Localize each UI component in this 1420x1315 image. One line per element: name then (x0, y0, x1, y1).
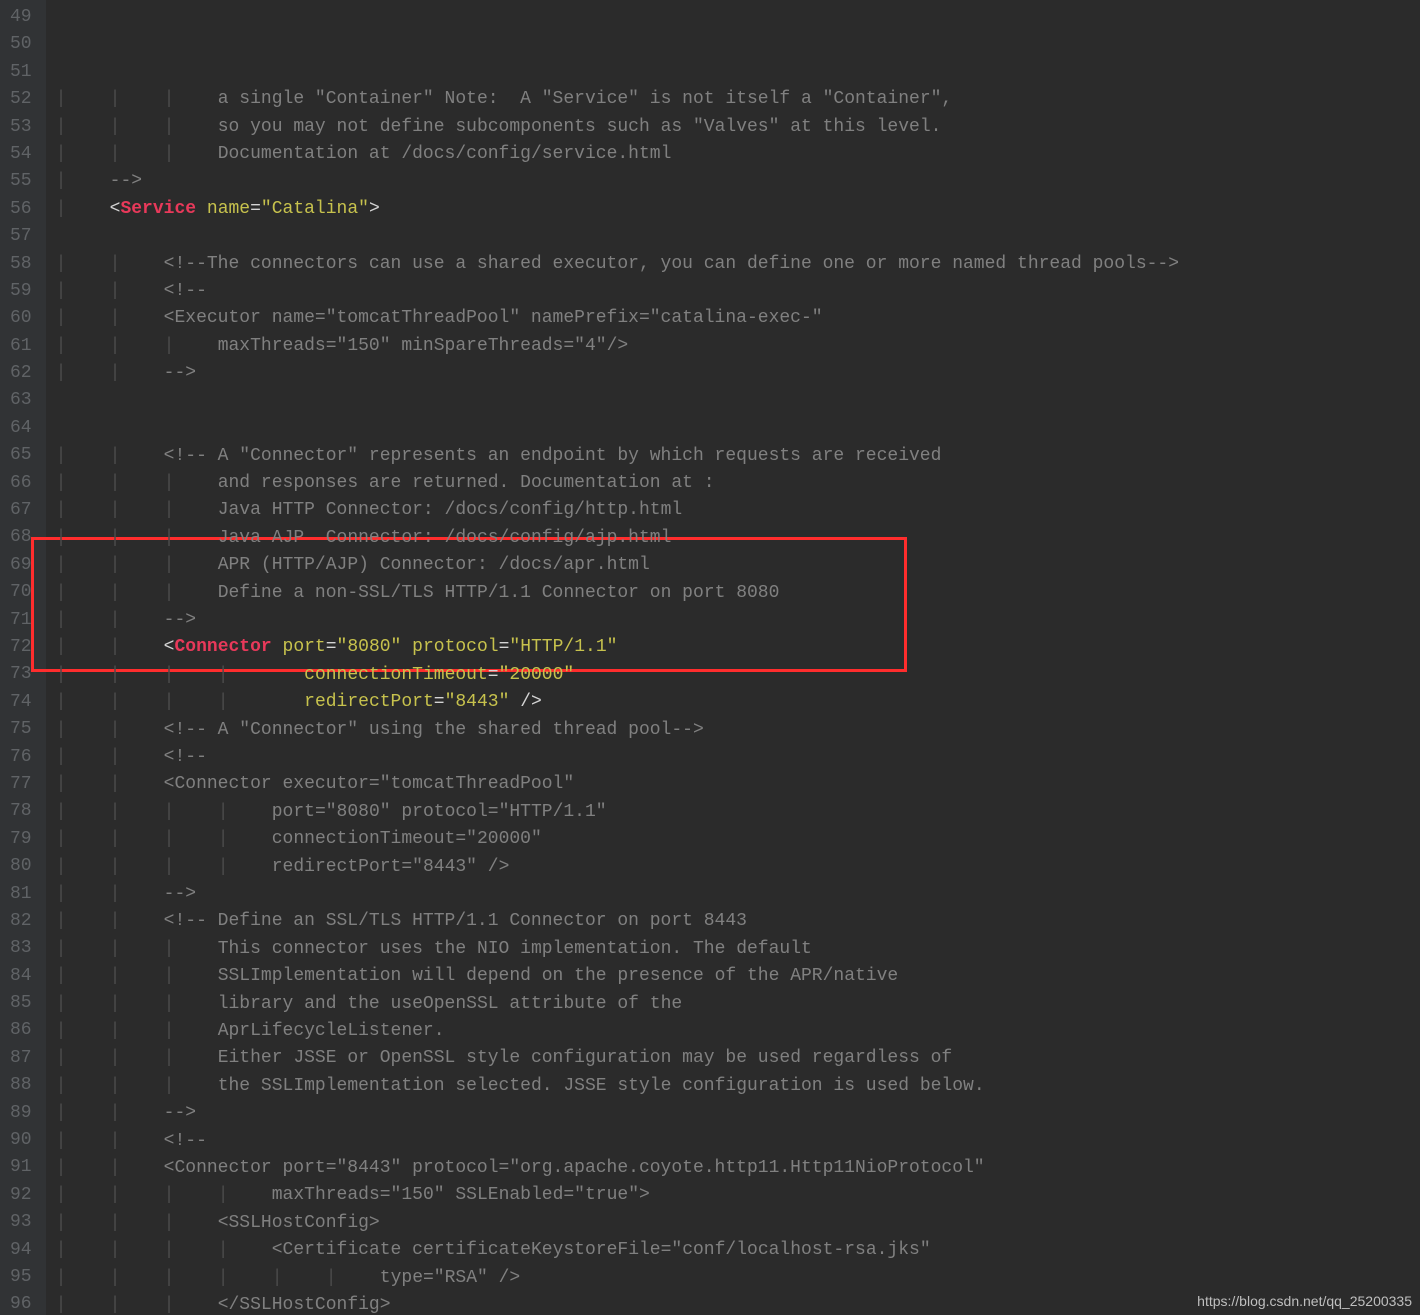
line-number: 67 (10, 497, 32, 524)
code-line: | | | Java HTTP Connector: /docs/config/… (46, 497, 1420, 524)
line-number: 50 (10, 31, 32, 58)
line-number: 64 (10, 415, 32, 442)
code-line (46, 415, 1420, 442)
code-line (46, 223, 1420, 250)
code-line: | | | | connectionTimeout="20000" (46, 826, 1420, 853)
line-number: 62 (10, 360, 32, 387)
line-number: 57 (10, 223, 32, 250)
code-line: | | | Either JSSE or OpenSSL style confi… (46, 1045, 1420, 1072)
line-number: 51 (10, 59, 32, 86)
code-line (46, 388, 1420, 415)
code-area[interactable]: | | | a single "Container" Note: A "Serv… (46, 0, 1420, 1315)
code-line: | | | Java AJP Connector: /docs/config/a… (46, 525, 1420, 552)
line-number: 79 (10, 826, 32, 853)
code-line: | | | SSLImplementation will depend on t… (46, 963, 1420, 990)
line-number: 72 (10, 634, 32, 661)
code-line: | | <Connector port="8443" protocol="org… (46, 1155, 1420, 1182)
code-line: | | <Connector port="8080" protocol="HTT… (46, 634, 1420, 661)
code-line: | | | a single "Container" Note: A "Serv… (46, 86, 1420, 113)
line-number: 76 (10, 744, 32, 771)
line-number: 52 (10, 86, 32, 113)
line-number: 69 (10, 552, 32, 579)
line-number: 77 (10, 771, 32, 798)
code-line: | | | This connector uses the NIO implem… (46, 936, 1420, 963)
code-line: | | --> (46, 360, 1420, 387)
code-line: | | | | redirectPort="8443" /> (46, 854, 1420, 881)
code-line: | | | so you may not define subcomponent… (46, 114, 1420, 141)
line-number: 74 (10, 689, 32, 716)
code-line: | | | Define a non-SSL/TLS HTTP/1.1 Conn… (46, 580, 1420, 607)
code-line: | | | | | | type="RSA" /> (46, 1265, 1420, 1292)
line-number: 88 (10, 1072, 32, 1099)
code-line: | | <!-- (46, 1128, 1420, 1155)
line-number: 92 (10, 1182, 32, 1209)
line-number: 53 (10, 114, 32, 141)
code-line: | | | APR (HTTP/AJP) Connector: /docs/ap… (46, 552, 1420, 579)
code-line: | | --> (46, 1100, 1420, 1127)
line-number: 80 (10, 853, 32, 880)
line-number: 56 (10, 196, 32, 223)
line-number: 89 (10, 1100, 32, 1127)
line-number: 96 (10, 1291, 32, 1315)
code-line: | | | AprLifecycleListener. (46, 1018, 1420, 1045)
line-number-gutter: 4950515253545556575859606162636465666768… (0, 0, 46, 1315)
line-number: 68 (10, 524, 32, 551)
source-watermark: https://blog.csdn.net/qq_25200335 (1197, 1293, 1412, 1309)
line-number: 83 (10, 935, 32, 962)
code-line: | | | <SSLHostConfig> (46, 1210, 1420, 1237)
line-number: 73 (10, 661, 32, 688)
code-line: | | | | redirectPort="8443" /> (46, 689, 1420, 716)
code-line: | | | the SSLImplementation selected. JS… (46, 1073, 1420, 1100)
line-number: 61 (10, 333, 32, 360)
code-editor[interactable]: 4950515253545556575859606162636465666768… (0, 0, 1420, 1315)
code-line: | | <!--The connectors can use a shared … (46, 251, 1420, 278)
code-line: | | --> (46, 881, 1420, 908)
code-line: | | | Documentation at /docs/config/serv… (46, 141, 1420, 168)
line-number: 49 (10, 4, 32, 31)
code-line: | --> (46, 168, 1420, 195)
line-number: 86 (10, 1017, 32, 1044)
code-line: | | | library and the useOpenSSL attribu… (46, 991, 1420, 1018)
code-line: | | <Executor name="tomcatThreadPool" na… (46, 305, 1420, 332)
line-number: 82 (10, 908, 32, 935)
code-line: | | <Connector executor="tomcatThreadPoo… (46, 771, 1420, 798)
line-number: 55 (10, 168, 32, 195)
code-line: | | | and responses are returned. Docume… (46, 470, 1420, 497)
line-number: 70 (10, 579, 32, 606)
line-number: 63 (10, 387, 32, 414)
code-line: | | --> (46, 607, 1420, 634)
code-line: | | <!-- A "Connector" represents an end… (46, 443, 1420, 470)
code-line: | | <!-- Define an SSL/TLS HTTP/1.1 Conn… (46, 908, 1420, 935)
code-line: | | <!-- A "Connector" using the shared … (46, 717, 1420, 744)
code-line: | | | | <Certificate certificateKeystore… (46, 1237, 1420, 1264)
line-number: 66 (10, 470, 32, 497)
line-number: 71 (10, 607, 32, 634)
line-number: 75 (10, 716, 32, 743)
code-line: | | | | port="8080" protocol="HTTP/1.1" (46, 799, 1420, 826)
line-number: 81 (10, 881, 32, 908)
line-number: 84 (10, 963, 32, 990)
line-number: 87 (10, 1045, 32, 1072)
line-number: 60 (10, 305, 32, 332)
line-number: 65 (10, 442, 32, 469)
line-number: 93 (10, 1209, 32, 1236)
code-line: | <Service name="Catalina"> (46, 196, 1420, 223)
code-line: | | <!-- (46, 278, 1420, 305)
line-number: 94 (10, 1237, 32, 1264)
line-number: 85 (10, 990, 32, 1017)
line-number: 58 (10, 251, 32, 278)
line-number: 91 (10, 1154, 32, 1181)
code-line: | | | | connectionTimeout="20000" (46, 662, 1420, 689)
code-line: | | | | maxThreads="150" SSLEnabled="tru… (46, 1182, 1420, 1209)
line-number: 59 (10, 278, 32, 305)
code-line: | | | maxThreads="150" minSpareThreads="… (46, 333, 1420, 360)
line-number: 78 (10, 798, 32, 825)
line-number: 90 (10, 1127, 32, 1154)
line-number: 54 (10, 141, 32, 168)
line-number: 95 (10, 1264, 32, 1291)
code-line: | | <!-- (46, 744, 1420, 771)
